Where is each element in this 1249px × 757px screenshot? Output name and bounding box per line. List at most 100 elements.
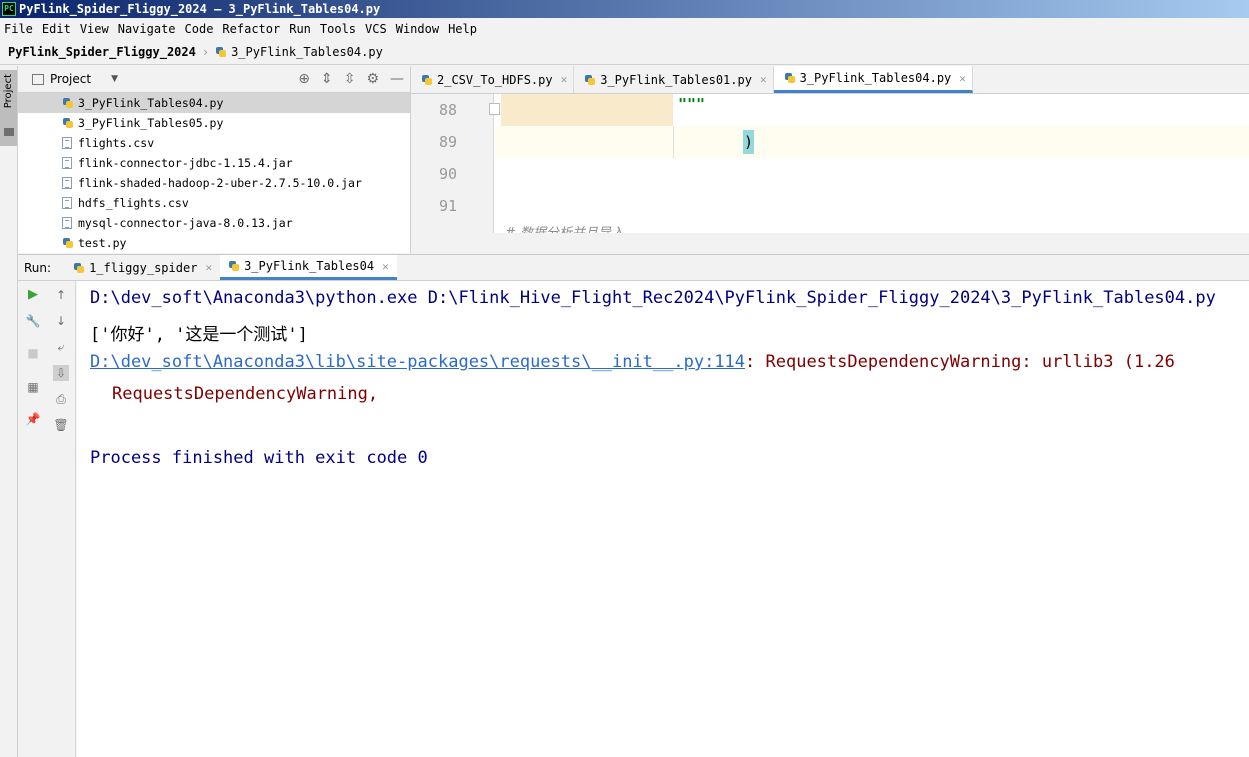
- pin-icon[interactable]: 📌: [25, 411, 41, 427]
- close-icon[interactable]: ✕: [561, 73, 568, 86]
- scroll-to-end-icon[interactable]: ⇩: [53, 365, 69, 381]
- chevron-down-icon[interactable]: ▼: [111, 74, 118, 84]
- menu-vcs[interactable]: VCS: [361, 22, 392, 36]
- menu-window[interactable]: Window: [392, 22, 444, 36]
- tree-item-3-pyflink-tables05[interactable]: 3_PyFlink_Tables05.py: [18, 113, 410, 133]
- menu-refactor[interactable]: Refactor: [218, 22, 285, 36]
- python-file-icon: [62, 117, 74, 129]
- jar-file-icon: [62, 157, 72, 169]
- tab-label: 2_CSV_To_HDFS.py: [437, 72, 553, 87]
- pycharm-app-icon: PC: [2, 2, 16, 16]
- breadcrumb-project[interactable]: PyFlink_Spider_Fliggy_2024: [8, 45, 196, 59]
- collapse-all-icon[interactable]: ⇳: [344, 71, 356, 87]
- close-icon[interactable]: ✕: [760, 73, 767, 86]
- python-file-icon: [421, 74, 433, 86]
- print-icon[interactable]: ⎙: [53, 391, 69, 407]
- soft-wrap-icon[interactable]: ⤶: [53, 339, 69, 355]
- tree-item-flights-csv[interactable]: flights.csv: [18, 133, 410, 153]
- console-warning-continuation: RequestsDependencyWarning,: [112, 384, 379, 404]
- tab-3-pyflink-tables04[interactable]: 3_PyFlink_Tables04.py ✕: [773, 66, 973, 93]
- rerun-icon[interactable]: ▶: [25, 287, 41, 303]
- warning-text: : RequestsDependencyWarning: urllib3 (1.…: [745, 352, 1175, 372]
- tree-item-flink-shaded-hadoop[interactable]: flink-shaded-hadoop-2-uber-2.7.5-10.0.ja…: [18, 173, 410, 193]
- close-icon[interactable]: ✕: [382, 260, 389, 273]
- project-tool-tab-label: Project: [3, 74, 14, 109]
- fold-marker-icon[interactable]: [489, 103, 500, 115]
- project-panel: Project ▼ ⊕ ⇕ ⇳ ⚙ — 3_PyFlink_Tables04.p…: [18, 66, 411, 253]
- line-number: 90: [438, 165, 457, 183]
- tree-item-flink-connector-jdbc[interactable]: flink-connector-jdbc-1.15.4.jar: [18, 153, 410, 173]
- text-file-icon: [62, 137, 72, 149]
- tree-item-label: 3_PyFlink_Tables05.py: [78, 116, 224, 130]
- warning-source-link[interactable]: D:\dev_soft\Anaconda3\lib\site-packages\…: [90, 352, 745, 372]
- menu-file[interactable]: File: [0, 22, 38, 36]
- run-tab-label: 1_fliggy_spider: [89, 260, 198, 275]
- arrow-up-icon[interactable]: ↑: [53, 287, 69, 303]
- python-file-icon: [784, 72, 796, 84]
- menu-tools[interactable]: Tools: [316, 22, 361, 36]
- layout-icon[interactable]: ▦: [25, 379, 41, 395]
- menu-edit[interactable]: Edit: [38, 22, 76, 36]
- tree-item-3-pyflink-tables04[interactable]: 3_PyFlink_Tables04.py: [18, 93, 410, 113]
- matched-paren: ): [743, 130, 754, 154]
- console-exit-line: Process finished with exit code 0: [90, 448, 428, 468]
- tab-2-csv-to-hdfs[interactable]: 2_CSV_To_HDFS.py ✕: [411, 66, 575, 93]
- line-number-gutter: 88 89 90 91: [411, 94, 494, 233]
- menu-view[interactable]: View: [76, 22, 114, 36]
- tab-label: 3_PyFlink_Tables01.py: [600, 72, 752, 87]
- gear-icon[interactable]: ⚙: [366, 71, 379, 87]
- console-command-line: D:\dev_soft\Anaconda3\python.exe D:\Flin…: [90, 288, 1216, 308]
- console-warning-line: D:\dev_soft\Anaconda3\lib\site-packages\…: [90, 352, 1175, 372]
- tree-item-label: 3_PyFlink_Tables04.py: [78, 96, 224, 110]
- tree-item-mysql-connector[interactable]: mysql-connector-java-8.0.13.jar: [18, 213, 410, 233]
- trash-icon[interactable]: 🗑: [53, 417, 69, 433]
- run-console[interactable]: D:\dev_soft\Anaconda3\python.exe D:\Flin…: [77, 281, 1249, 757]
- project-view-icon: [32, 73, 44, 85]
- run-tab-1-fliggy-spider[interactable]: 1_fliggy_spider ✕: [65, 255, 220, 280]
- close-icon[interactable]: ✕: [205, 261, 212, 274]
- breadcrumb-separator-icon: ›: [201, 45, 210, 59]
- project-file-tree: 3_PyFlink_Tables04.py 3_PyFlink_Tables05…: [18, 93, 410, 253]
- code-area[interactable]: """ ) # 数据分析并且导入: [489, 94, 1249, 233]
- indent-guide: [673, 126, 674, 158]
- locate-file-icon[interactable]: ⊕: [298, 71, 310, 87]
- project-panel-title[interactable]: Project: [50, 72, 91, 86]
- breadcrumb-file[interactable]: 3_PyFlink_Tables04.py: [231, 45, 383, 59]
- tree-item-label: mysql-connector-java-8.0.13.jar: [78, 216, 293, 230]
- code-line-88: """: [489, 94, 1249, 126]
- expand-all-icon[interactable]: ⇕: [321, 71, 333, 87]
- run-tab-label: 3_PyFlink_Tables04: [244, 259, 375, 273]
- code-line-89: ): [495, 126, 1249, 158]
- code-comment: # 数据分析并且导入: [505, 222, 624, 233]
- text-file-icon: [62, 197, 72, 209]
- tree-item-test-py[interactable]: test.py: [18, 233, 410, 253]
- tree-item-label: flights.csv: [78, 136, 155, 150]
- menu-run[interactable]: Run: [285, 22, 316, 36]
- code-editor: 2_CSV_To_HDFS.py ✕ 3_PyFlink_Tables01.py ✕…: [411, 66, 1249, 233]
- menu-help[interactable]: Help: [444, 22, 482, 36]
- wrench-icon[interactable]: 🔧: [25, 313, 41, 329]
- project-tool-tab[interactable]: Project: [0, 70, 17, 146]
- folder-icon: [4, 128, 14, 136]
- stop-icon[interactable]: ■: [25, 345, 41, 361]
- python-run-icon: [73, 262, 85, 274]
- tree-item-label: flink-connector-jdbc-1.15.4.jar: [78, 156, 293, 170]
- tab-3-pyflink-tables01[interactable]: 3_PyFlink_Tables01.py ✕: [574, 66, 774, 93]
- tree-item-label: hdfs_flights.csv: [78, 196, 189, 210]
- close-icon[interactable]: ✕: [959, 72, 966, 85]
- project-panel-header: Project ▼ ⊕ ⇕ ⇳ ⚙ —: [18, 66, 410, 93]
- python-file-icon: [62, 97, 74, 109]
- tree-item-hdfs-flights-csv[interactable]: hdfs_flights.csv: [18, 193, 410, 213]
- arrow-down-icon[interactable]: ↓: [53, 313, 69, 329]
- menu-navigate[interactable]: Navigate: [114, 22, 181, 36]
- jar-file-icon: [62, 217, 72, 229]
- run-tab-3-pyflink-tables04[interactable]: 3_PyFlink_Tables04 ✕: [220, 255, 397, 280]
- run-label: Run:: [24, 260, 52, 275]
- string-highlight: [501, 94, 673, 126]
- breadcrumb: PyFlink_Spider_Fliggy_2024 › 3_PyFlink_T…: [0, 40, 1249, 65]
- menu-bar: File Edit View Navigate Code Refactor Ru…: [0, 18, 1249, 40]
- hide-panel-icon[interactable]: —: [390, 71, 404, 87]
- menu-code[interactable]: Code: [181, 22, 219, 36]
